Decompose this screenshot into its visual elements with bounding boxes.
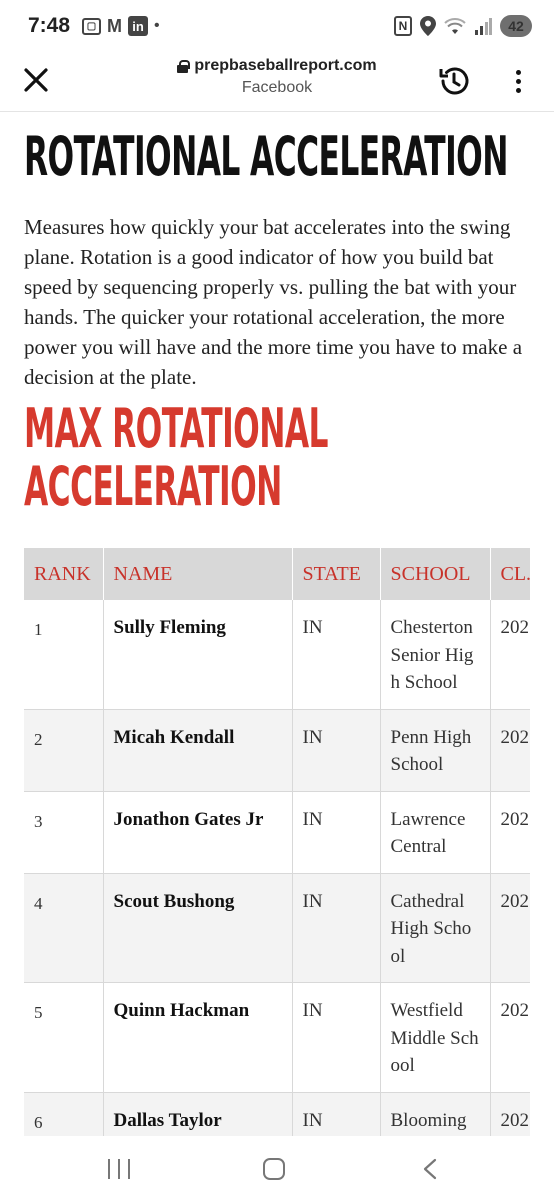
rankings-table-wrapper[interactable]: RANK NAME STATE SCHOOL CL... 1 Sully Fle… xyxy=(24,548,530,1136)
back-button[interactable] xyxy=(422,1158,438,1180)
system-nav-bar xyxy=(0,1136,554,1200)
wifi-icon xyxy=(444,17,466,35)
notification-icons: ▢ M in • xyxy=(82,16,160,37)
more-options-button[interactable] xyxy=(508,64,528,98)
cell-school: Westfield Middle School xyxy=(380,982,491,1092)
header-class[interactable]: CL... xyxy=(490,548,530,600)
signal-icon xyxy=(474,17,492,35)
table-row: 4 Scout Bushong IN Cathedral High School… xyxy=(24,873,530,983)
cell-name: Sully Fleming xyxy=(103,600,293,709)
cell-name: Jonathon Gates Jr xyxy=(103,791,293,873)
domain-text: prepbaseballreport.com xyxy=(194,57,377,74)
history-button[interactable] xyxy=(437,64,471,98)
header-school[interactable]: SCHOOL xyxy=(380,548,491,600)
rankings-table: RANK NAME STATE SCHOOL CL... 1 Sully Fle… xyxy=(24,548,530,1136)
cell-school: Penn High School xyxy=(380,709,491,791)
gmail-icon: M xyxy=(107,15,123,36)
section-title-line-1: MAX ROTATIONAL xyxy=(24,397,328,460)
cell-class: 202 xyxy=(490,982,530,1092)
header-state[interactable]: STATE xyxy=(292,548,381,600)
cell-rank: 2 xyxy=(24,709,104,791)
more-vert-icon xyxy=(515,69,521,75)
cell-state: IN xyxy=(292,873,381,983)
recents-icon xyxy=(108,1159,110,1179)
table-row: 2 Micah Kendall IN Penn High School 202 xyxy=(24,709,530,791)
table-row: 6 Dallas Taylor IN Blooming 202 xyxy=(24,1092,530,1136)
cell-state: IN xyxy=(292,709,381,791)
cell-school: Chesterton Senior High School xyxy=(380,600,491,709)
header-rank[interactable]: RANK xyxy=(24,548,104,600)
cell-school: Lawrence Central xyxy=(380,791,491,873)
cell-class: 202 xyxy=(490,873,530,983)
cell-name: Scout Bushong xyxy=(103,873,293,983)
cell-state: IN xyxy=(292,791,381,873)
table-row: 1 Sully Fleming IN Chesterton Senior Hig… xyxy=(24,600,530,709)
page-title: ROTATIONAL ACCELERATION xyxy=(24,125,508,188)
table-row: 3 Jonathon Gates Jr IN Lawrence Central … xyxy=(24,791,530,873)
cell-rank: 4 xyxy=(24,873,104,983)
cell-name: Quinn Hackman xyxy=(103,982,293,1092)
description: Measures how quickly your bat accelerate… xyxy=(24,215,523,389)
cell-name: Micah Kendall xyxy=(103,709,293,791)
cell-class: 202 xyxy=(490,600,530,709)
location-icon xyxy=(420,16,436,36)
table-header-row: RANK NAME STATE SCHOOL CL... xyxy=(24,548,530,600)
linkedin-icon: in xyxy=(128,16,149,36)
cell-class: 202 xyxy=(490,709,530,791)
section-title: MAX ROTATIONAL ACCELERATION xyxy=(24,400,328,516)
screenshot-icon: ▢ xyxy=(82,17,102,35)
battery-icon: 42 xyxy=(500,15,532,37)
cell-school: Blooming xyxy=(380,1092,491,1136)
cell-state: IN xyxy=(292,982,381,1092)
cell-name: Dallas Taylor xyxy=(103,1092,293,1136)
nfc-icon: N xyxy=(394,16,412,36)
cell-class: 202 xyxy=(490,791,530,873)
cell-rank: 3 xyxy=(24,791,104,873)
cell-class: 202 xyxy=(490,1092,530,1136)
browser-toolbar: prepbaseballreport.com Facebook xyxy=(0,52,554,112)
status-bar: 7:48 ▢ M in • N 42 xyxy=(0,0,554,52)
dot-icon: • xyxy=(154,17,160,34)
cell-state: IN xyxy=(292,600,381,709)
cell-school: Cathedral High School xyxy=(380,873,491,983)
lock-icon xyxy=(177,59,191,73)
system-icons: N 42 xyxy=(394,15,532,37)
back-icon xyxy=(423,1158,437,1180)
cell-state: IN xyxy=(292,1092,381,1136)
recents-button[interactable] xyxy=(108,1159,130,1179)
cell-rank: 1 xyxy=(24,600,104,709)
home-button[interactable] xyxy=(263,1158,285,1180)
table-row: 5 Quinn Hackman IN Westfield Middle Scho… xyxy=(24,982,530,1092)
cell-rank: 5 xyxy=(24,982,104,1092)
section-title-line-2: ACCELERATION xyxy=(24,455,282,518)
history-icon xyxy=(439,67,469,95)
cell-rank: 6 xyxy=(24,1092,104,1136)
status-time: 7:48 xyxy=(28,14,71,37)
header-name[interactable]: NAME xyxy=(103,548,293,600)
article-content[interactable]: ROTATIONAL ACCELERATION Measures how qui… xyxy=(0,112,554,1136)
